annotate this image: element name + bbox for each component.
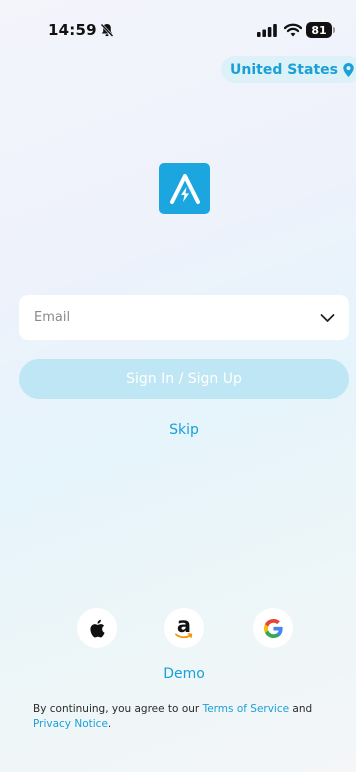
apple-icon bbox=[90, 619, 105, 637]
terms-of-service-link[interactable]: Terms of Service bbox=[203, 703, 290, 715]
legal-prefix: By continuing, you agree to our bbox=[33, 703, 203, 715]
legal-and: and bbox=[289, 703, 313, 715]
email-input[interactable] bbox=[34, 310, 294, 325]
amazon-login-button[interactable]: a bbox=[164, 608, 204, 648]
battery-indicator: 81 bbox=[306, 22, 332, 38]
location-pin-icon bbox=[343, 62, 354, 77]
region-label: United States bbox=[230, 61, 338, 78]
wifi-icon bbox=[284, 23, 302, 37]
region-selector[interactable]: United States bbox=[221, 56, 356, 83]
amazon-smile-icon bbox=[175, 633, 193, 639]
privacy-notice-link[interactable]: Privacy Notice bbox=[33, 718, 108, 730]
logo-bolt-icon bbox=[169, 173, 200, 204]
legal-suffix: . bbox=[107, 718, 112, 730]
battery-cap bbox=[333, 27, 335, 33]
google-icon bbox=[263, 618, 283, 638]
legal-notice: By continuing, you agree to our Terms of… bbox=[33, 702, 333, 732]
bell-muted-icon bbox=[100, 23, 114, 37]
google-login-button[interactable] bbox=[253, 608, 293, 648]
app-logo bbox=[159, 163, 210, 214]
apple-login-button[interactable] bbox=[77, 608, 117, 648]
cellular-signal-icon bbox=[257, 24, 277, 37]
chevron-down-icon[interactable] bbox=[320, 313, 335, 323]
status-time: 14:59 bbox=[48, 21, 97, 39]
email-field[interactable] bbox=[19, 295, 349, 340]
skip-link[interactable]: Skip bbox=[150, 422, 218, 438]
signin-signup-button[interactable]: Sign In / Sign Up bbox=[19, 359, 349, 399]
demo-link[interactable]: Demo bbox=[150, 666, 218, 682]
